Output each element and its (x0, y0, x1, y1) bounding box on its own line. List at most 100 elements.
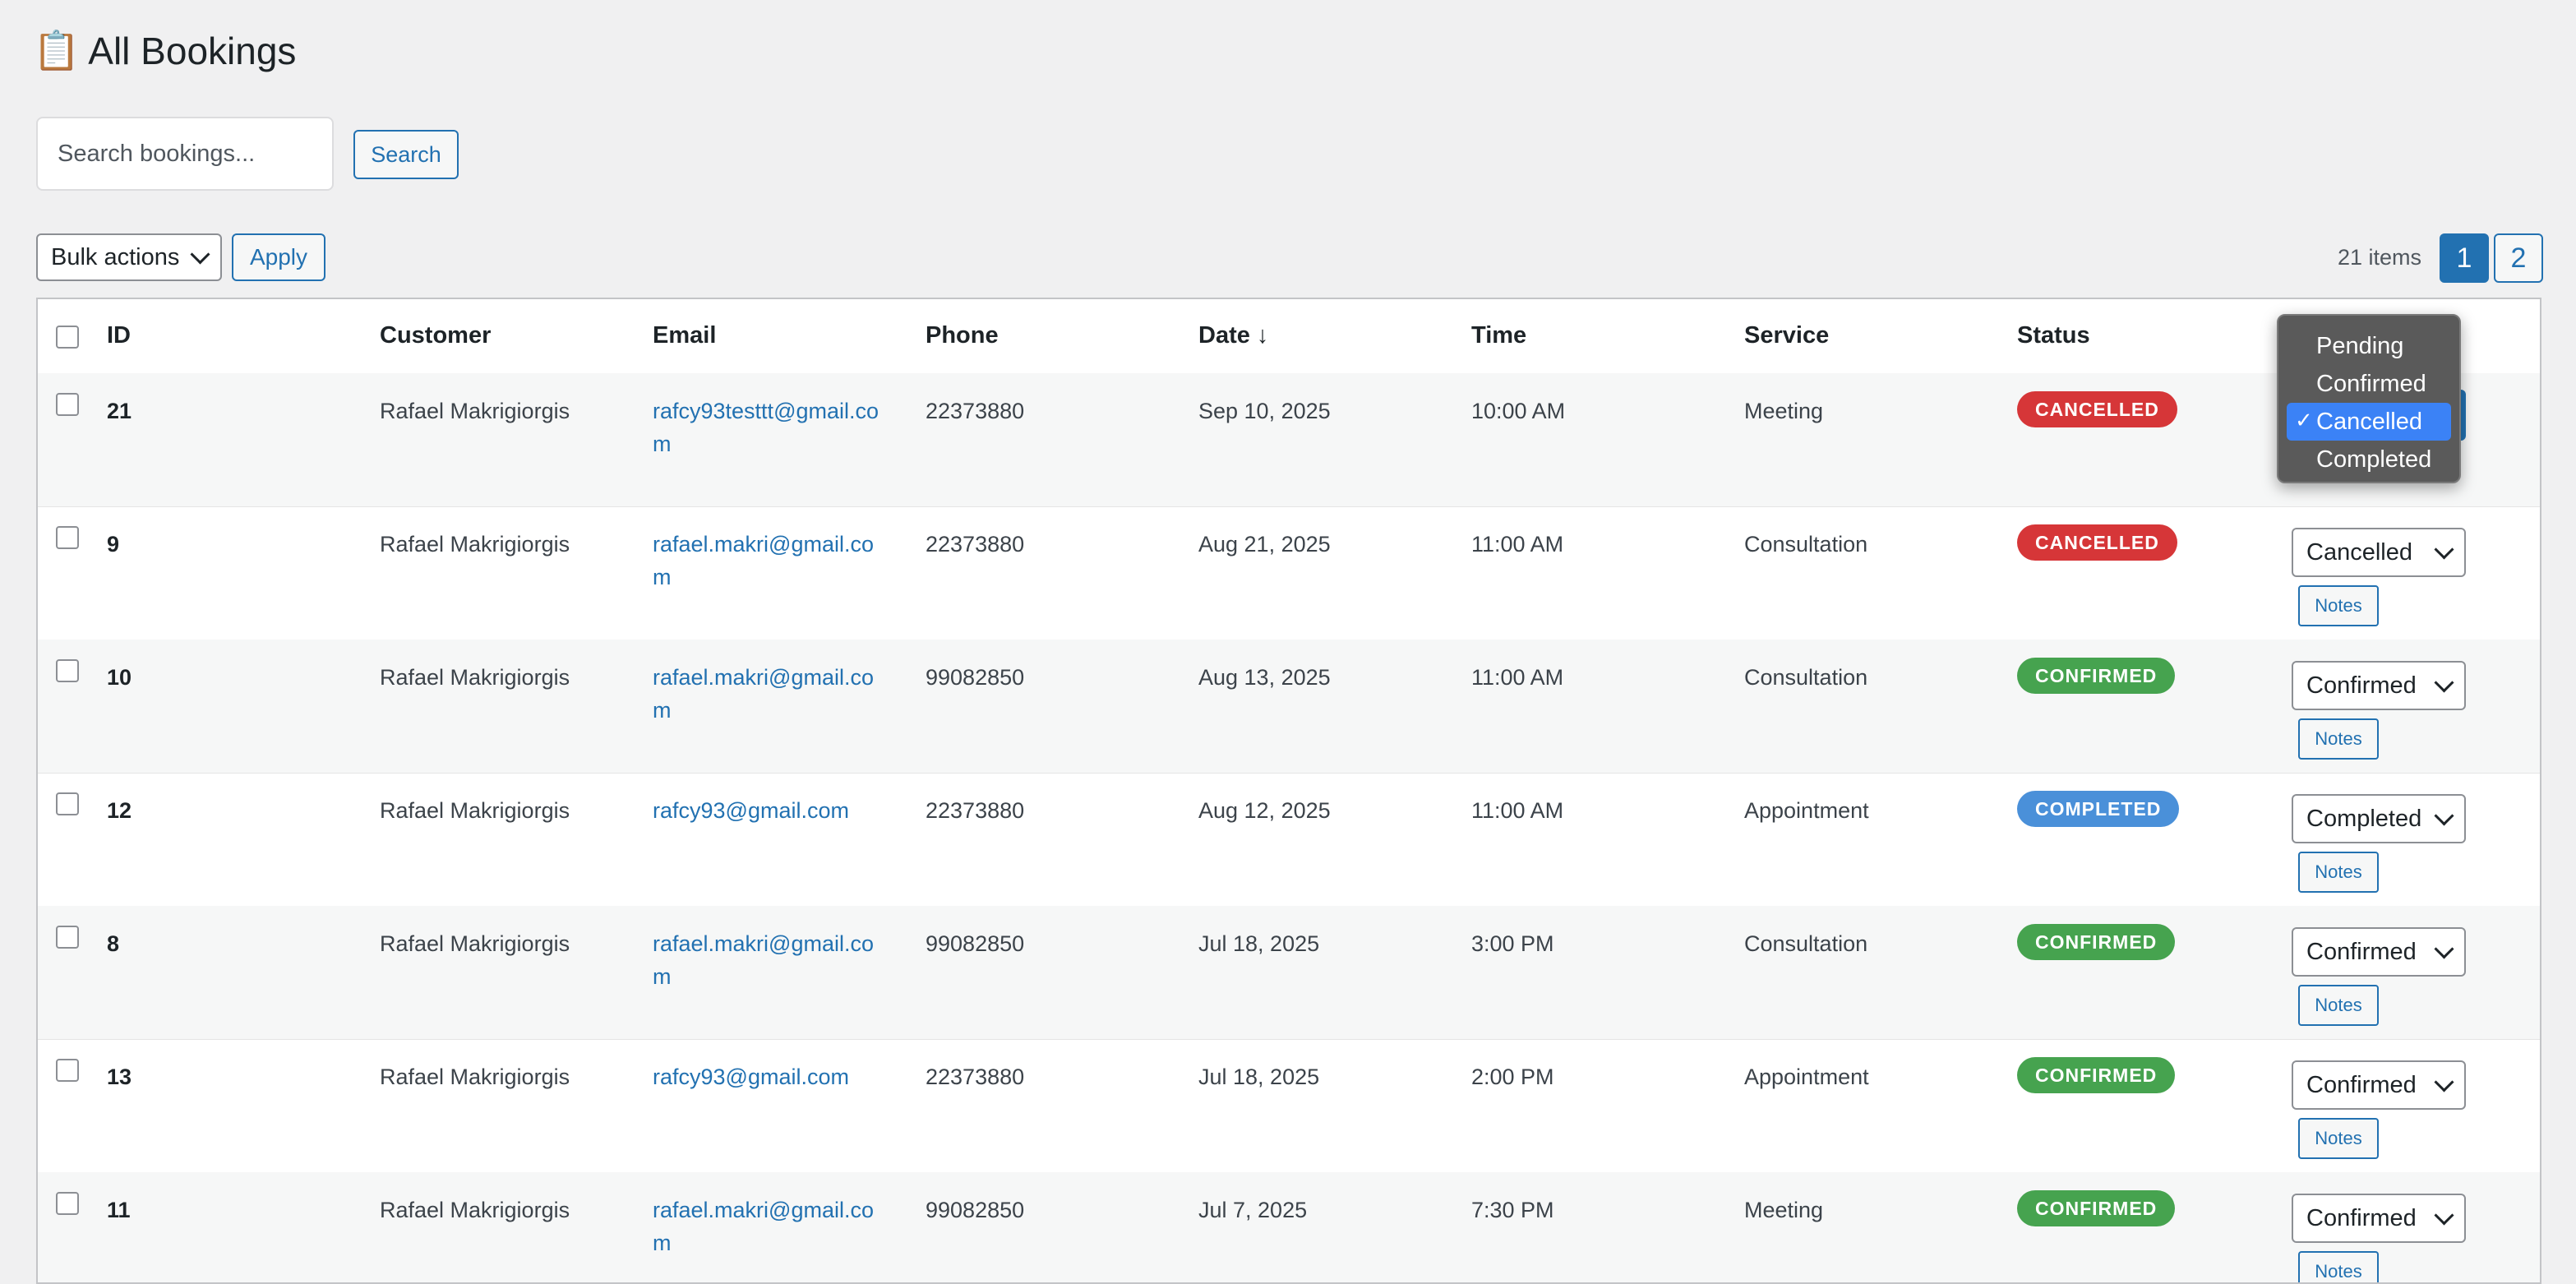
row-checkbox[interactable] (56, 1192, 79, 1215)
row-checkbox[interactable] (56, 393, 79, 416)
header-time[interactable]: Time (1471, 322, 1526, 349)
cell-service: Appointment (1744, 1065, 1869, 1089)
search-button[interactable]: Search (353, 130, 459, 179)
cell-email[interactable]: rafael.makri@gmail.com (653, 528, 891, 594)
status-select-value: Completed (2306, 805, 2422, 832)
cell-service: Consultation (1744, 665, 1868, 690)
header-id[interactable]: ID (107, 322, 131, 349)
chevron-down-icon (190, 243, 210, 265)
page-title-text: All Bookings (88, 29, 297, 72)
status-select-value: Cancelled (2306, 538, 2412, 566)
chevron-down-icon (2434, 938, 2454, 959)
cell-phone: 22373880 (926, 532, 1025, 557)
status-select[interactable]: Cancelled (2292, 528, 2466, 577)
select-all-checkbox[interactable] (56, 326, 79, 349)
status-badge: CANCELLED (2017, 524, 2177, 561)
row-checkbox[interactable] (56, 1059, 79, 1082)
status-option-pending[interactable]: Pending (2287, 327, 2451, 365)
chevron-down-icon (2434, 1071, 2454, 1092)
status-option-confirmed[interactable]: Confirmed (2287, 365, 2451, 403)
cell-customer: Rafael Makrigiorgis (380, 532, 570, 557)
cell-id: 8 (107, 931, 120, 956)
cell-time: 11:00 AM (1471, 532, 1564, 557)
checkmark-icon: ✓ (2295, 408, 2313, 432)
cell-date: Aug 12, 2025 (1198, 798, 1331, 823)
cell-id: 12 (107, 798, 132, 823)
status-badge: CONFIRMED (2017, 1190, 2176, 1226)
status-select[interactable]: Confirmed (2292, 1060, 2466, 1110)
cell-id: 10 (107, 665, 132, 690)
status-option-completed[interactable]: Completed (2287, 441, 2451, 478)
notes-button[interactable]: Notes (2298, 852, 2379, 893)
table-row: 10 Rafael Makrigiorgis rafael.makri@gmail.… (38, 640, 2540, 774)
header-customer[interactable]: Customer (380, 322, 491, 349)
table-row: 8 Rafael Makrigiorgis rafael.makri@gmail.c… (38, 906, 2540, 1040)
cell-time: 2:00 PM (1471, 1065, 1554, 1089)
cell-time: 10:00 AM (1471, 399, 1566, 423)
cell-email[interactable]: rafael.makri@gmail.com (653, 661, 891, 727)
chevron-down-icon (2434, 805, 2454, 826)
cell-service: Consultation (1744, 532, 1868, 557)
header-date[interactable]: Date ↓ (1198, 322, 1268, 349)
table-row: 11 Rafael Makrigiorgis rafael.makri@gmail.… (38, 1172, 2540, 1282)
status-select-value: Confirmed (2306, 938, 2417, 965)
chevron-down-icon (2434, 1204, 2454, 1226)
clipboard-icon: 📋 (33, 29, 81, 72)
cell-customer: Rafael Makrigiorgis (380, 798, 570, 823)
cell-email[interactable]: rafcy93@gmail.com (653, 1060, 891, 1093)
cell-email[interactable]: rafcy93@gmail.com (653, 794, 891, 827)
cell-date: Aug 21, 2025 (1198, 532, 1331, 557)
cell-id: 11 (107, 1198, 131, 1222)
status-select[interactable]: Confirmed (2292, 927, 2466, 977)
cell-service: Meeting (1744, 399, 1824, 423)
search-input[interactable] (36, 117, 334, 191)
row-checkbox[interactable] (56, 792, 79, 815)
notes-button[interactable]: Notes (2298, 585, 2379, 626)
cell-email[interactable]: rafael.makri@gmail.com (653, 1194, 891, 1259)
bulk-actions-label: Bulk actions (51, 243, 180, 270)
cell-phone: 22373880 (926, 399, 1025, 423)
row-checkbox[interactable] (56, 926, 79, 949)
status-dropdown-menu[interactable]: Pending Confirmed ✓ Cancelled Completed (2277, 314, 2461, 483)
row-checkbox[interactable] (56, 526, 79, 549)
status-badge: CANCELLED (2017, 391, 2177, 427)
notes-button[interactable]: Notes (2298, 718, 2379, 760)
notes-button[interactable]: Notes (2298, 985, 2379, 1026)
cell-service: Appointment (1744, 798, 1869, 823)
notes-button[interactable]: Notes (2298, 1251, 2379, 1282)
status-select[interactable]: Completed (2292, 794, 2466, 843)
cell-id: 9 (107, 532, 120, 557)
cell-customer: Rafael Makrigiorgis (380, 1198, 570, 1222)
page-button-1[interactable]: 1 (2440, 233, 2489, 283)
status-select[interactable]: Confirmed (2292, 661, 2466, 710)
bookings-table: ID Customer Email Phone Date ↓ Time Serv… (36, 298, 2541, 1284)
cell-email[interactable]: rafcy93testtt@gmail.com (653, 395, 891, 460)
status-option-label: Pending (2316, 332, 2404, 359)
status-option-label: Confirmed (2316, 370, 2426, 397)
cell-phone: 99082850 (926, 931, 1025, 956)
cell-time: 11:00 AM (1471, 665, 1564, 690)
status-option-cancelled[interactable]: ✓ Cancelled (2287, 403, 2451, 441)
apply-button[interactable]: Apply (232, 233, 325, 281)
status-select-value: Confirmed (2306, 1071, 2417, 1098)
page-button-2[interactable]: 2 (2494, 233, 2543, 283)
status-badge: CONFIRMED (2017, 924, 2176, 960)
cell-service: Consultation (1744, 931, 1868, 956)
table-row: 9 Rafael Makrigiorgis rafael.makri@gmail.c… (38, 506, 2540, 640)
cell-time: 7:30 PM (1471, 1198, 1554, 1222)
row-checkbox[interactable] (56, 659, 79, 682)
bulk-actions-select[interactable]: Bulk actions (36, 233, 222, 281)
status-select[interactable]: Confirmed (2292, 1194, 2466, 1243)
cell-phone: 22373880 (926, 1065, 1025, 1089)
header-phone[interactable]: Phone (926, 322, 999, 349)
cell-email[interactable]: rafael.makri@gmail.com (653, 927, 891, 993)
page-title: 📋 All Bookings (33, 28, 296, 73)
header-status[interactable]: Status (2017, 322, 2090, 349)
cell-date: Sep 10, 2025 (1198, 399, 1331, 423)
notes-button[interactable]: Notes (2298, 1118, 2379, 1159)
table-row: 21 Rafael Makrigiorgis rafcy93testtt@gmail… (38, 373, 2540, 507)
status-option-label: Completed (2316, 446, 2432, 473)
header-email[interactable]: Email (653, 322, 716, 349)
header-service[interactable]: Service (1744, 322, 1829, 349)
cell-customer: Rafael Makrigiorgis (380, 399, 570, 423)
